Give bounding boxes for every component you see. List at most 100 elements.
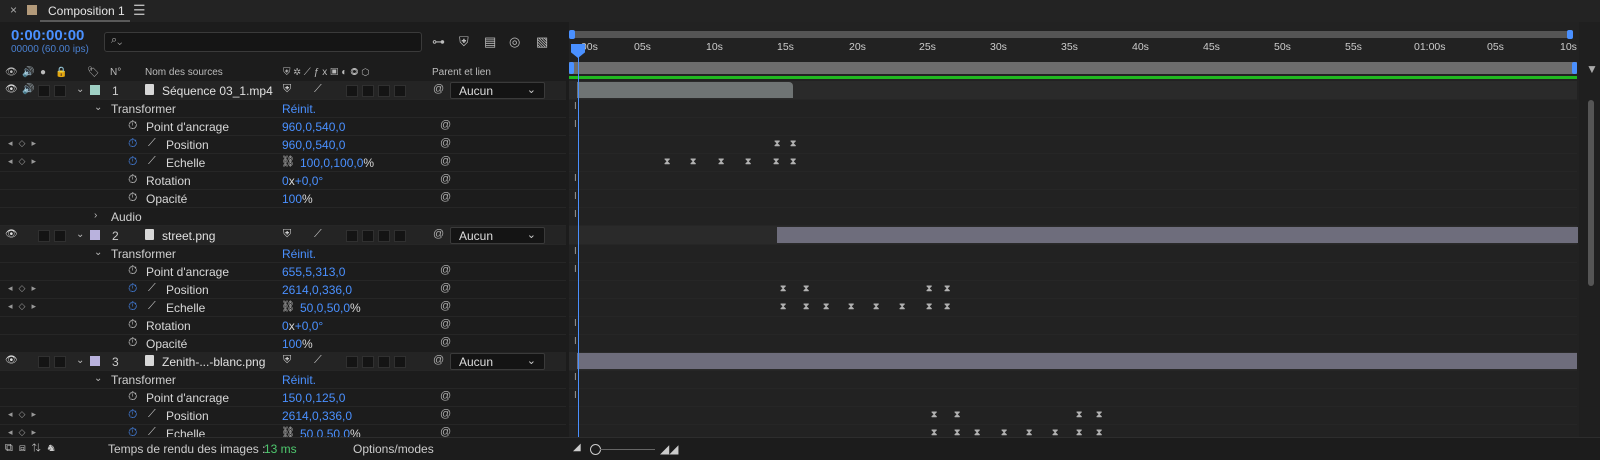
value-number[interactable]: 100 xyxy=(282,192,302,206)
value-number[interactable]: 655,5,313,0 xyxy=(282,265,345,279)
keyframe-marker[interactable]: ⧗ xyxy=(745,156,751,167)
expression-pickwhip-icon[interactable]: @ xyxy=(440,173,451,185)
expression-pickwhip-icon[interactable]: @ xyxy=(440,318,451,330)
reset-link[interactable]: Réinit. xyxy=(282,102,316,116)
time-navigator[interactable] xyxy=(569,30,1573,39)
property-name[interactable]: Point d'ancrage xyxy=(146,265,229,279)
group-chevron-icon[interactable]: ⌄ xyxy=(94,102,102,113)
property-row[interactable]: ⏱ Point d'ancrage 150,0,125,0 @ xyxy=(0,388,566,407)
close-tab-icon[interactable]: × xyxy=(10,3,17,17)
keyframe-marker[interactable]: ⧗ xyxy=(790,138,796,149)
property-group-name[interactable]: Transformer xyxy=(111,373,176,387)
graph-editor-icon[interactable]: ▧ xyxy=(536,34,548,50)
panel-toggle-icons[interactable]: ⧉⧈⇅♞ xyxy=(5,442,61,455)
layer-duration-bar[interactable] xyxy=(577,82,793,98)
property-name[interactable]: Position xyxy=(166,409,209,423)
zoom-slider-track[interactable] xyxy=(600,449,655,450)
parent-pickwhip-icon[interactable]: @ xyxy=(433,354,444,366)
expression-pickwhip-icon[interactable]: @ xyxy=(440,264,451,276)
keyframe-marker[interactable]: ⧗ xyxy=(944,283,950,294)
property-row[interactable]: ⏱ Opacité 100% @ xyxy=(0,334,566,353)
value-number[interactable]: 0 xyxy=(282,319,289,333)
audio-speaker-icon[interactable]: 🔊 xyxy=(22,84,34,95)
zoom-out-icon[interactable]: ◢ xyxy=(573,442,581,453)
keyframe-marker[interactable]: ⧗ xyxy=(873,301,879,312)
quality-switch-icon[interactable]: ⟋ xyxy=(314,228,322,241)
parent-dropdown[interactable]: Aucun ⌄ xyxy=(450,82,545,99)
stopwatch-icon[interactable]: ⏱ xyxy=(128,389,137,404)
vertical-scrollbar[interactable] xyxy=(1588,100,1594,286)
stopwatch-icon[interactable]: ⏱ xyxy=(128,154,137,169)
layer-name[interactable]: Séquence 03_1.mp4 xyxy=(162,84,273,98)
parent-dropdown[interactable]: Aucun ⌄ xyxy=(450,227,545,244)
visibility-column-icon[interactable]: 👁 xyxy=(5,67,18,78)
property-name[interactable]: Opacité xyxy=(146,192,187,206)
keyframe-marker[interactable]: ⧗ xyxy=(1096,409,1102,420)
work-area-end[interactable] xyxy=(1572,62,1577,74)
expand-chevron-icon[interactable]: ⌄ xyxy=(76,355,84,366)
work-area-start[interactable] xyxy=(569,62,574,74)
keyframe-marker[interactable]: ⧗ xyxy=(1076,409,1082,420)
property-name[interactable]: Rotation xyxy=(146,174,191,188)
property-name[interactable]: Rotation xyxy=(146,319,191,333)
quality-switch-icon[interactable]: ⟋ xyxy=(314,354,322,367)
layer-switch-box[interactable] xyxy=(394,356,406,368)
layer-row[interactable]: 👁 ⌄ 3 Zenith-...-blanc.png ⛨ ⟋ @ Aucun ⌄ xyxy=(0,352,566,371)
work-area-bar[interactable] xyxy=(569,62,1577,74)
keyframe-marker[interactable]: ⧗ xyxy=(690,156,696,167)
property-value[interactable]: 150,0,125,0 xyxy=(282,391,345,405)
layer-switch-box[interactable] xyxy=(346,230,358,242)
property-row[interactable]: ◂◇▸ ⏱ ⟋ Position 2614,0,336,0 @ xyxy=(0,406,566,425)
property-group-row[interactable]: › Audio xyxy=(0,207,566,226)
label-color-chip[interactable] xyxy=(90,356,100,366)
property-name[interactable]: Point d'ancrage xyxy=(146,391,229,405)
value-number[interactable]: 150,0,125,0 xyxy=(282,391,345,405)
property-group-name[interactable]: Transformer xyxy=(111,247,176,261)
property-value[interactable]: 960,0,540,0 xyxy=(282,120,345,134)
graph-icon[interactable]: ⟋ xyxy=(148,300,156,313)
property-name[interactable]: Position xyxy=(166,138,209,152)
navigator-start-handle[interactable] xyxy=(569,30,575,39)
value-number[interactable]: 100,0,100,0 xyxy=(300,156,363,170)
group-chevron-icon[interactable]: › xyxy=(94,210,97,221)
property-group-name[interactable]: Audio xyxy=(111,210,142,224)
property-row[interactable]: ⏱ Rotation 0x+0,0° @ xyxy=(0,316,566,335)
frame-blending-icon[interactable]: ▤ xyxy=(484,34,496,50)
layer-switch-box[interactable] xyxy=(362,85,374,97)
property-group-name[interactable]: Transformer xyxy=(111,102,176,116)
property-name[interactable]: Echelle xyxy=(166,156,205,170)
layer-switch-box[interactable] xyxy=(362,230,374,242)
group-chevron-icon[interactable]: ⌄ xyxy=(94,373,102,384)
keyframe-marker[interactable]: ⧗ xyxy=(926,283,932,294)
keyframe-marker[interactable]: ⧗ xyxy=(664,156,670,167)
comp-flowchart-icon[interactable]: ⊶ xyxy=(432,34,445,50)
layer-row[interactable]: 👁 ⌄ 2 street.png ⛨ ⟋ @ Aucun ⌄ xyxy=(0,226,566,245)
property-value[interactable]: 0x+0,0° xyxy=(282,319,323,333)
stopwatch-icon[interactable]: ⏱ xyxy=(128,335,137,350)
layer-search-input[interactable]: ⌕⌄ xyxy=(104,32,422,52)
layer-switch-box[interactable] xyxy=(362,356,374,368)
value-number[interactable]: 960,0,540,0 xyxy=(282,138,345,152)
property-row[interactable]: ⏱ Point d'ancrage 655,5,313,0 @ xyxy=(0,262,566,281)
keyframe-marker[interactable]: ⧗ xyxy=(823,301,829,312)
value-number[interactable]: 960,0,540,0 xyxy=(282,120,345,134)
stopwatch-icon[interactable]: ⏱ xyxy=(128,136,137,151)
expression-pickwhip-icon[interactable]: @ xyxy=(440,155,451,167)
zoom-in-icon[interactable]: ◢◢ xyxy=(660,442,678,456)
property-value[interactable]: 50,0,50,0% xyxy=(300,301,361,315)
reset-link[interactable]: Réinit. xyxy=(282,373,316,387)
keyframe-marker[interactable]: ⧗ xyxy=(931,409,937,420)
stopwatch-icon[interactable]: ⏱ xyxy=(128,317,137,332)
stopwatch-icon[interactable]: ⏱ xyxy=(128,172,137,187)
group-chevron-icon[interactable]: ⌄ xyxy=(94,247,102,258)
value-number[interactable]: 0 xyxy=(282,174,289,188)
graph-icon[interactable]: ⟋ xyxy=(148,282,156,295)
value-number[interactable]: 2614,0,336,0 xyxy=(282,283,352,297)
rotation-angle[interactable]: +0,0° xyxy=(295,174,324,188)
navigator-end-handle[interactable] xyxy=(1567,30,1573,39)
expression-pickwhip-icon[interactable]: @ xyxy=(440,119,451,131)
property-name[interactable]: Opacité xyxy=(146,337,187,351)
switch-box[interactable] xyxy=(54,85,66,97)
stopwatch-icon[interactable]: ⏱ xyxy=(128,190,137,205)
layer-switch-box[interactable] xyxy=(378,356,390,368)
